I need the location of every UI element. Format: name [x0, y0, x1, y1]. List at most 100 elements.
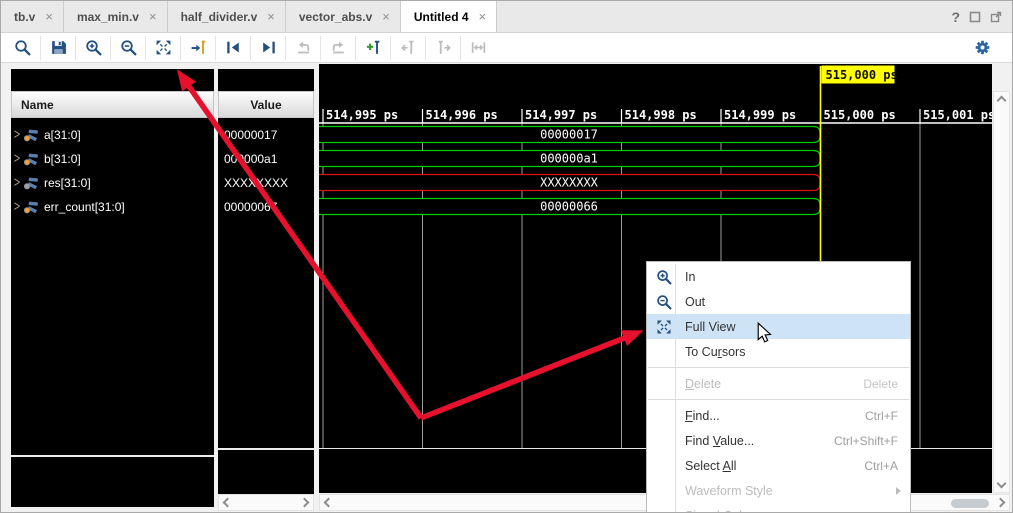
wave-viewer-window: tb.v×max_min.v×half_divider.v×vector_abs… — [0, 0, 1013, 513]
signal-row[interactable]: >b[31:0] — [11, 147, 214, 171]
zoom-fit-button[interactable] — [145, 36, 180, 60]
name-column-header[interactable]: Name — [11, 91, 214, 118]
signal-name-panel: Name >a[31:0]>b[31:0]>res[31:0]>err_coun… — [11, 69, 214, 507]
tab-close-icon[interactable]: × — [45, 10, 53, 23]
menu-shortcut: Delete — [863, 377, 910, 391]
bus-signal-icon — [23, 201, 40, 214]
scroll-down-icon[interactable] — [997, 479, 1007, 489]
marker-next-button — [425, 36, 460, 60]
signal-value-row[interactable]: 00000067 — [218, 195, 314, 219]
scroll-right-icon[interactable] — [996, 498, 1006, 508]
tab-max-min-v[interactable]: max_min.v × — [64, 1, 168, 32]
menu-item-find[interactable]: Find...Ctrl+F — [647, 403, 910, 428]
signal-name: err_count[31:0] — [44, 200, 125, 214]
expand-chevron-icon[interactable]: > — [11, 127, 23, 143]
menu-item-label: Delete — [681, 377, 721, 391]
wave-vertical-scrollbar[interactable] — [993, 91, 1010, 493]
swap-next-button — [320, 36, 355, 60]
tab-label: tb.v — [14, 10, 35, 24]
signal-value-row[interactable]: 000000a1 — [218, 147, 314, 171]
name-panel-divider — [11, 455, 214, 457]
menu-shortcut: Ctrl+Shift+F — [834, 434, 910, 448]
swap-prev-button — [285, 36, 320, 60]
expand-chevron-icon[interactable]: > — [11, 175, 23, 191]
menu-item-signal-color: Signal Color — [647, 503, 910, 513]
scroll-right-icon[interactable] — [300, 498, 310, 508]
signal-row[interactable]: >a[31:0] — [11, 123, 214, 147]
zoom-out-button[interactable] — [110, 36, 145, 60]
signal-value-row[interactable]: XXXXXXXX — [218, 171, 314, 195]
tab-untitled-4[interactable]: Untitled 4 × — [401, 1, 497, 32]
maximize-icon[interactable] — [969, 11, 981, 23]
marker-prev-button — [390, 36, 425, 60]
help-icon[interactable]: ? — [951, 9, 960, 25]
menu-separator — [647, 364, 910, 371]
tab-bar: tb.v×max_min.v×half_divider.v×vector_abs… — [1, 1, 1012, 33]
menu-item-select-all[interactable]: Select AllCtrl+A — [647, 453, 910, 478]
menu-item-in[interactable]: In — [647, 264, 910, 289]
value-header-label: Value — [250, 98, 281, 112]
tab-close-icon[interactable]: × — [382, 10, 390, 23]
signal-name: res[31:0] — [44, 176, 91, 190]
tick-label: 514,996 ps — [426, 108, 498, 122]
zoom-fit-icon — [647, 319, 681, 335]
menu-item-to-cursors[interactable]: To Cursors — [647, 339, 910, 364]
menu-item-full-view[interactable]: Full View — [647, 314, 910, 339]
tick-label: 514,999 ps — [724, 108, 796, 122]
tab-close-icon[interactable]: × — [479, 10, 487, 23]
signal-row[interactable]: > res[31:0] — [11, 171, 214, 195]
next-transition-button[interactable] — [250, 36, 285, 60]
signal-value: 00000067 — [224, 200, 277, 214]
value-column-header[interactable]: Value — [218, 91, 314, 118]
tab-vector-abs-v[interactable]: vector_abs.v× — [286, 1, 401, 32]
expand-chevron-icon[interactable]: > — [11, 151, 23, 167]
tick-label: 514,997 ps — [525, 108, 597, 122]
float-icon[interactable] — [990, 11, 1002, 23]
signal-value: XXXXXXXX — [224, 176, 288, 190]
menu-item-label: Waveform Style — [681, 484, 773, 498]
tab-label: max_min.v — [77, 10, 139, 24]
value-horizontal-scrollbar[interactable] — [218, 494, 314, 511]
menu-item-waveform-style: Waveform Style — [647, 478, 910, 503]
signal-row[interactable]: > err_count[31:0] — [11, 195, 214, 219]
menu-item-label: Select All — [681, 459, 736, 473]
tab-tb-v[interactable]: tb.v × — [1, 1, 64, 32]
menu-item-label: Find... — [681, 409, 720, 423]
menu-item-find-value[interactable]: Find Value... Ctrl+Shift+F — [647, 428, 910, 453]
bus-signal-icon — [23, 129, 40, 142]
tab-label: Untitled 4 — [414, 10, 469, 24]
menu-item-label: Find Value... — [681, 434, 754, 448]
zoom-in-icon — [647, 269, 681, 285]
tab-label: half_divider.v — [181, 10, 258, 24]
zoom-in-button[interactable] — [75, 36, 110, 60]
menu-item-label: Full View — [681, 320, 735, 334]
scroll-up-icon[interactable] — [997, 96, 1007, 106]
tick-label: 514,995 ps — [326, 108, 398, 122]
scrollbar-thumb[interactable] — [951, 499, 989, 508]
menu-item-label: To Cursors — [681, 345, 745, 359]
menu-item-label: In — [681, 270, 695, 284]
signal-value-row[interactable]: 00000017 — [218, 123, 314, 147]
menu-item-out[interactable]: Out — [647, 289, 910, 314]
prev-transition-button[interactable] — [215, 36, 250, 60]
tab-half-divider-v[interactable]: half_divider.v × — [168, 1, 286, 32]
bus-value-label: 00000017 — [540, 128, 598, 142]
signal-value: 000000a1 — [224, 152, 277, 166]
context-menu: In Out Full View To Cursors Delete Delete Find… — [646, 261, 911, 513]
save-button[interactable] — [40, 36, 75, 60]
bus-signal-icon — [23, 153, 40, 166]
goto-time-button[interactable] — [180, 36, 215, 60]
add-marker-button[interactable] — [355, 36, 390, 60]
scroll-left-icon[interactable] — [223, 498, 233, 508]
settings-gear-button[interactable] — [965, 36, 1000, 60]
expand-chevron-icon[interactable]: > — [11, 199, 23, 215]
scroll-left-icon[interactable] — [324, 498, 334, 508]
search-button[interactable] — [5, 36, 40, 60]
submenu-arrow-icon — [896, 487, 901, 495]
tab-close-icon[interactable]: × — [267, 10, 275, 23]
tab-close-icon[interactable]: × — [149, 10, 157, 23]
tick-label: 514,998 ps — [625, 108, 697, 122]
menu-item-delete: Delete Delete — [647, 371, 910, 396]
bus-value-label: 00000066 — [540, 200, 598, 214]
cursor-time-label: 515,000 ps — [826, 68, 898, 82]
